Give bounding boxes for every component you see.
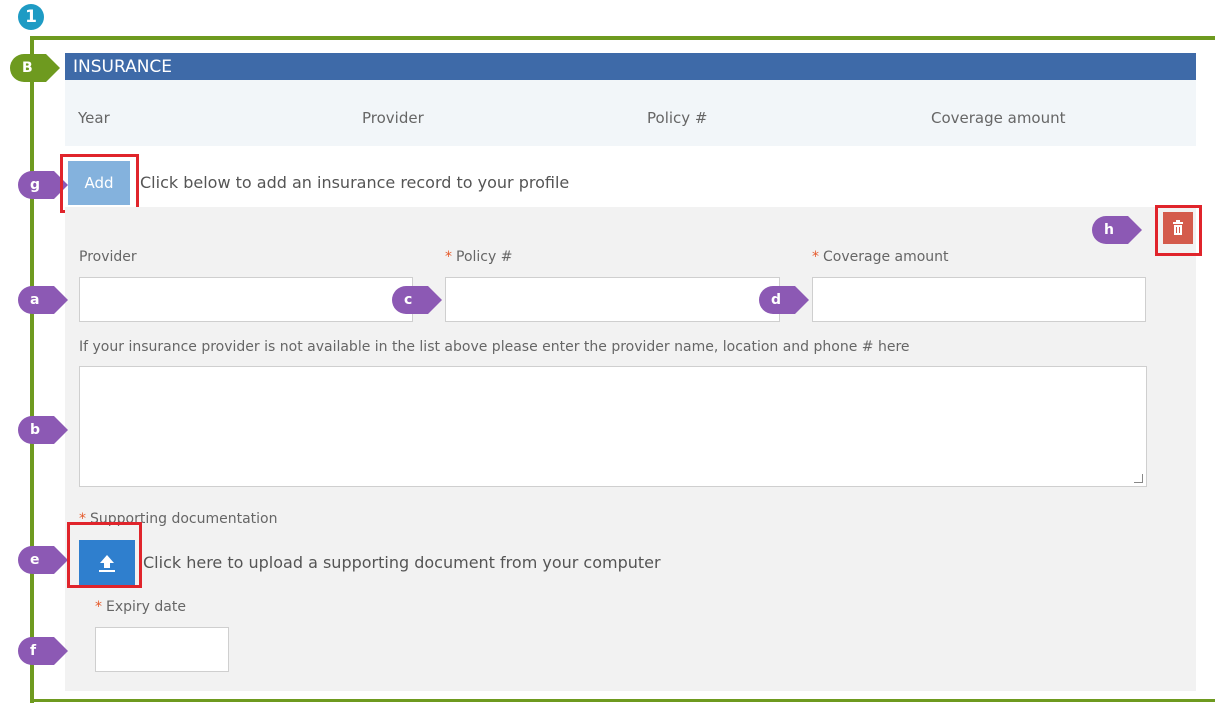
highlight-delete (1155, 205, 1202, 256)
column-header-provider: Provider (362, 109, 424, 127)
provider-select[interactable] (79, 277, 413, 322)
guide-line-bottom (30, 699, 1215, 702)
upload-hint: Click here to upload a supporting docume… (143, 553, 661, 572)
other-provider-textarea[interactable] (79, 366, 1147, 487)
policy-label-text: Policy # (456, 249, 513, 265)
marker-e: e (18, 546, 68, 574)
add-hint: Click below to add an insurance record t… (140, 173, 570, 192)
provider-label: Provider (79, 249, 137, 265)
column-header-year: Year (78, 109, 110, 127)
marker-a: a (18, 286, 68, 314)
highlight-upload (67, 522, 142, 588)
column-header-coverage: Coverage amount (931, 109, 1066, 127)
highlight-add (60, 154, 139, 213)
expiry-label-text: Expiry date (106, 599, 186, 615)
section-marker: B (10, 54, 60, 82)
marker-f: f (18, 637, 68, 665)
guide-line-left (30, 36, 34, 703)
column-header-policy: Policy # (647, 109, 708, 127)
coverage-label-text: Coverage amount (823, 249, 949, 265)
step-number-badge: 1 (18, 4, 44, 30)
guide-line-top (30, 36, 1215, 40)
resize-grip-icon[interactable] (1134, 474, 1143, 483)
policy-number-field[interactable] (445, 277, 780, 322)
section-title: INSURANCE (65, 53, 1196, 80)
required-mark: * (445, 249, 452, 265)
marker-b: b (18, 416, 68, 444)
other-provider-label: If your insurance provider is not availa… (79, 339, 910, 355)
required-mark: * (95, 599, 102, 615)
coverage-amount-field[interactable] (812, 277, 1146, 322)
policy-label: * Policy # (445, 249, 512, 265)
expiry-date-field[interactable] (95, 627, 229, 672)
coverage-label: * Coverage amount (812, 249, 949, 265)
required-mark: * (812, 249, 819, 265)
expiry-label: * Expiry date (95, 599, 186, 615)
